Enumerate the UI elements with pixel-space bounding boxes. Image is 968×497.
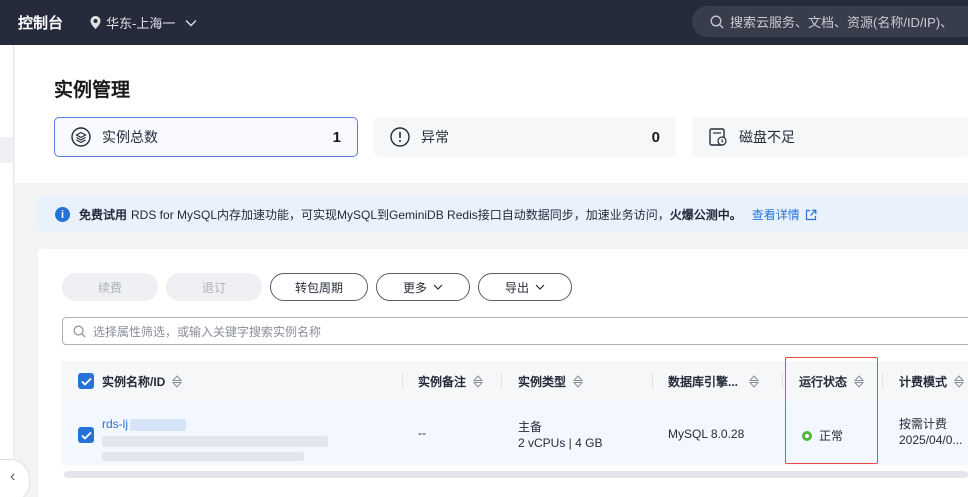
promo-banner: i 免费试用 RDS for MySQL内存加速功能，可实现MySQL到Gemi… <box>38 197 968 232</box>
remark-cell: -- <box>418 426 426 440</box>
column-divider[interactable] <box>882 373 883 389</box>
more-dropdown[interactable]: 更多 <box>376 273 470 301</box>
column-header-billing[interactable]: 计费模式 <box>899 361 965 401</box>
instance-name-link[interactable]: rds-lj <box>102 417 128 431</box>
region-label: 华东-上海一 <box>106 16 176 31</box>
stat-label: 实例总数 <box>102 129 158 145</box>
redacted-id <box>102 436 328 447</box>
sort-icon[interactable] <box>573 374 584 388</box>
stat-card-abnormal[interactable]: 异常 0 <box>374 117 676 157</box>
sidebar-toggle-button[interactable]: ‹ <box>0 459 30 497</box>
row-checkbox[interactable] <box>78 427 94 443</box>
chevron-left-icon: ‹ <box>10 468 16 485</box>
info-icon: i <box>55 207 70 222</box>
filter-placeholder: 选择属性筛选，或输入关键字搜索实例名称 <box>93 324 322 339</box>
redacted-id <box>102 452 304 461</box>
column-header-status[interactable]: 运行状态 <box>799 361 865 401</box>
sort-icon[interactable] <box>854 374 865 388</box>
instances-icon <box>70 126 92 148</box>
stat-card-disk[interactable]: 磁盘不足 <box>692 117 968 157</box>
column-divider[interactable] <box>402 373 403 389</box>
more-label: 更多 <box>402 280 427 295</box>
table-header: 实例名称/ID 实例备注 实例类型 数据库引擎... 运行状态 计费模式 <box>62 361 968 401</box>
top-nav-bar: 控制台 华东-上海一 搜索云服务、文档、资源(名称/ID/IP)、 <box>0 0 968 45</box>
banner-hot: 火爆公测中。 <box>669 208 742 222</box>
stat-card-total[interactable]: 实例总数 1 <box>54 117 358 157</box>
column-divider[interactable] <box>782 373 783 389</box>
select-all-checkbox[interactable] <box>78 373 94 389</box>
to-package-label: 转包周期 <box>294 280 343 295</box>
billing-date-cell: 2025/04/0... <box>899 433 963 447</box>
unsubscribe-button[interactable]: 退订 <box>166 273 262 301</box>
sort-icon[interactable] <box>473 374 484 388</box>
column-label: 实例名称/ID <box>102 374 166 389</box>
instance-list-card: 续费 退订 转包周期 更多 导出 选择属性筛选，或输入关键字搜索实例名称 实例名… <box>38 249 968 497</box>
stat-count: 0 <box>651 128 660 146</box>
filter-search-input[interactable]: 选择属性筛选，或输入关键字搜索实例名称 <box>62 317 968 345</box>
sidebar-collapsed <box>0 45 14 497</box>
type-cell-spec: 2 vCPUs | 4 GB <box>518 436 603 450</box>
column-header-engine[interactable]: 数据库引擎... <box>668 361 760 401</box>
renew-button[interactable]: 续费 <box>62 273 158 301</box>
stat-label: 磁盘不足 <box>739 129 795 145</box>
change-to-package-button[interactable]: 转包周期 <box>270 273 368 301</box>
banner-link-label: 查看详情 <box>751 208 800 222</box>
column-header-remark[interactable]: 实例备注 <box>418 361 484 401</box>
column-label: 实例备注 <box>418 374 467 389</box>
column-label: 运行状态 <box>799 374 848 389</box>
instance-id-cell <box>102 436 328 464</box>
external-link-icon <box>805 209 817 220</box>
column-divider[interactable] <box>652 373 653 389</box>
chevron-down-icon <box>185 19 197 26</box>
sidebar-active-item[interactable] <box>0 137 13 163</box>
status-normal-icon <box>802 430 812 441</box>
check-icon <box>80 377 92 386</box>
alert-icon <box>389 126 411 148</box>
engine-cell: MySQL 8.0.28 <box>668 427 745 441</box>
export-dropdown[interactable]: 导出 <box>478 273 572 301</box>
search-icon <box>73 325 86 337</box>
column-header-type[interactable]: 实例类型 <box>518 361 584 401</box>
stat-count: 1 <box>332 128 341 146</box>
banner-details-link[interactable]: 查看详情 <box>752 206 817 223</box>
horizontal-scrollbar[interactable] <box>64 471 968 478</box>
column-header-name[interactable]: 实例名称/ID <box>102 361 183 401</box>
type-cell-main: 主备 <box>518 420 543 434</box>
column-label: 实例类型 <box>518 374 567 389</box>
sort-icon[interactable] <box>172 374 183 388</box>
column-label: 数据库引擎... <box>668 374 739 389</box>
region-selector[interactable]: 华东-上海一 <box>89 13 197 32</box>
global-search-input[interactable]: 搜索云服务、文档、资源(名称/ID/IP)、 <box>692 6 968 37</box>
disk-icon <box>707 126 729 148</box>
location-pin-icon <box>90 16 101 29</box>
chevron-down-icon <box>535 284 545 290</box>
global-search-placeholder: 搜索云服务、文档、资源(名称/ID/IP)、 <box>730 15 954 30</box>
stat-label: 异常 <box>421 129 449 145</box>
overview-header: 实例管理 实例总数 1 异常 0 磁盘不足 <box>15 45 968 183</box>
redacted-name <box>130 418 186 431</box>
unsubscribe-label: 退订 <box>201 280 226 295</box>
instance-name-cell: rds-lj <box>102 417 186 431</box>
page-title: 实例管理 <box>54 80 131 101</box>
chevron-down-icon <box>433 284 443 290</box>
table-row[interactable]: rds-lj -- 主备 2 vCPUs | 4 GB MySQL 8.0.28… <box>62 401 968 465</box>
search-icon <box>710 15 724 28</box>
status-cell: 正常 <box>802 427 843 444</box>
console-brand[interactable]: 控制台 <box>18 12 63 33</box>
column-label: 计费模式 <box>899 374 948 389</box>
banner-tag: 免费试用 <box>79 208 128 222</box>
status-label: 正常 <box>819 429 844 443</box>
check-icon <box>80 431 92 440</box>
column-divider[interactable] <box>501 373 502 389</box>
sort-icon[interactable] <box>954 374 965 388</box>
renew-label: 续费 <box>97 280 122 295</box>
export-label: 导出 <box>504 280 529 295</box>
banner-text: RDS for MySQL内存加速功能，可实现MySQL到GeminiDB Re… <box>131 208 670 222</box>
sort-icon[interactable] <box>749 374 760 388</box>
billing-cell: 按需计费 <box>899 417 948 431</box>
